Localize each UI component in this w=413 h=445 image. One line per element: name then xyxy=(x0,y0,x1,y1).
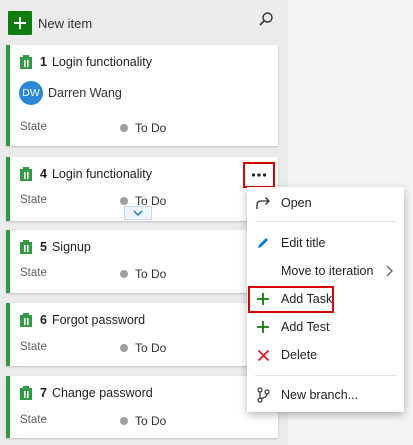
card-title-text[interactable]: Forgot password xyxy=(52,313,145,327)
card-id: 4 xyxy=(40,167,47,181)
state-value[interactable]: To Do xyxy=(120,121,166,135)
new-item-button[interactable]: New item xyxy=(8,10,92,36)
menu-label: Edit title xyxy=(281,236,326,250)
menu-divider xyxy=(255,375,396,376)
card-title-text[interactable]: Login functionality xyxy=(52,55,152,69)
card-title-text[interactable]: Login functionality xyxy=(52,167,152,181)
card-title: 6 Forgot password xyxy=(20,313,145,327)
card-id: 6 xyxy=(40,313,47,327)
state-value-text: To Do xyxy=(135,341,167,355)
chevron-right-icon xyxy=(386,265,393,277)
board-column: New item 1 Login functionality DW Darren… xyxy=(0,0,288,445)
menu-item-add-task[interactable]: Add Task xyxy=(247,285,404,313)
state-dot-icon xyxy=(120,344,128,352)
card-title: 4 Login functionality xyxy=(20,167,152,181)
menu-item-open[interactable]: Open xyxy=(247,189,404,217)
state-label: State xyxy=(20,414,47,426)
work-item-card-1[interactable]: 1 Login functionality DW Darren Wang Sta… xyxy=(6,45,278,146)
menu-item-new-branch[interactable]: New branch... xyxy=(247,381,404,409)
state-value-text: To Do xyxy=(135,121,167,135)
state-value[interactable]: To Do xyxy=(120,414,166,428)
state-label: State xyxy=(20,194,47,206)
state-value-text: To Do xyxy=(135,414,167,428)
chevron-down-icon xyxy=(133,210,143,216)
backlog-item-icon xyxy=(20,313,32,327)
expand-card-button[interactable] xyxy=(124,206,152,220)
menu-item-add-test[interactable]: Add Test xyxy=(247,313,404,341)
card-id: 1 xyxy=(40,55,47,69)
plus-icon xyxy=(8,11,32,35)
branch-icon xyxy=(255,387,271,403)
card-id: 7 xyxy=(40,386,47,400)
menu-label: Open xyxy=(281,196,312,210)
assignee-name: Darren Wang xyxy=(48,86,122,100)
menu-label: Move to iteration xyxy=(281,264,374,278)
state-label: State xyxy=(20,121,47,133)
state-dot-icon xyxy=(120,124,128,132)
backlog-item-icon xyxy=(20,386,32,400)
card-title: 1 Login functionality xyxy=(20,55,152,69)
state-dot-icon xyxy=(120,270,128,278)
card-context-menu: Open Edit title Move to iteration Add Ta… xyxy=(247,187,404,412)
state-label: State xyxy=(20,267,47,279)
work-item-card-5[interactable]: 5 Signup State To Do xyxy=(6,230,278,293)
board-view: New item 1 Login functionality DW Darren… xyxy=(0,0,413,445)
state-label: State xyxy=(20,341,47,353)
open-arrow-icon xyxy=(255,195,271,211)
card-title-text[interactable]: Signup xyxy=(52,240,91,254)
menu-label: Add Task xyxy=(281,292,333,306)
backlog-item-icon xyxy=(20,55,32,69)
assignee[interactable]: DW Darren Wang xyxy=(19,81,122,105)
search-icon[interactable] xyxy=(256,9,276,29)
avatar: DW xyxy=(19,81,43,105)
work-item-card-7[interactable]: 7 Change password State To Do xyxy=(6,376,278,438)
plus-icon xyxy=(255,291,271,307)
more-actions-button[interactable] xyxy=(243,162,275,188)
state-dot-icon xyxy=(120,197,128,205)
work-item-card-6[interactable]: 6 Forgot password State To Do xyxy=(6,303,278,366)
menu-item-delete[interactable]: Delete xyxy=(247,341,404,369)
menu-divider xyxy=(255,221,396,222)
state-dot-icon xyxy=(120,417,128,425)
backlog-item-icon xyxy=(20,167,32,181)
menu-label: Add Test xyxy=(281,320,330,334)
card-title-text[interactable]: Change password xyxy=(52,386,153,400)
delete-x-icon xyxy=(255,347,271,363)
menu-item-edit-title[interactable]: Edit title xyxy=(247,229,404,257)
ellipsis-icon xyxy=(251,173,267,177)
card-title: 5 Signup xyxy=(20,240,91,254)
state-value[interactable]: To Do xyxy=(120,267,166,281)
new-item-label: New item xyxy=(38,15,93,31)
card-title: 7 Change password xyxy=(20,386,153,400)
menu-item-move-to-iteration[interactable]: Move to iteration xyxy=(247,257,404,285)
plus-icon xyxy=(255,319,271,335)
state-value-text: To Do xyxy=(135,267,167,281)
menu-label: Delete xyxy=(281,348,318,362)
pencil-icon xyxy=(255,235,271,251)
card-id: 5 xyxy=(40,240,47,254)
backlog-item-icon xyxy=(20,240,32,254)
menu-label: New branch... xyxy=(281,388,359,402)
state-value[interactable]: To Do xyxy=(120,341,166,355)
